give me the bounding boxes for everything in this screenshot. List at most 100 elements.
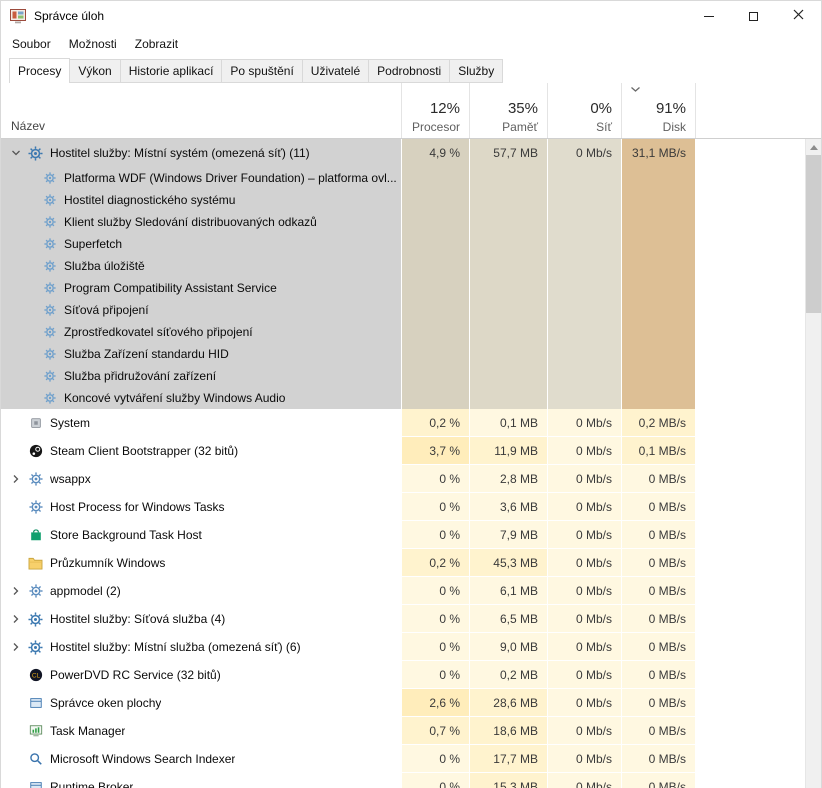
process-subrow-klient-sluzby-sledovani-distribuovanych-[interactable]: Klient služby Sledování distribuovaných … [1, 211, 821, 233]
column-header-cpu[interactable]: 12% Procesor [401, 83, 469, 138]
gear-small-icon [41, 280, 58, 297]
row-filler [695, 493, 821, 521]
gear-small-icon [41, 368, 58, 385]
process-subrow-superfetch[interactable]: Superfetch [1, 233, 821, 255]
tab-uzivatele[interactable]: Uživatelé [302, 59, 369, 83]
process-row-hostitel-sluzby-mistni-system-omezena-si[interactable]: Hostitel služby: Místní systém (omezená … [1, 139, 821, 167]
scrollbar-thumb[interactable] [806, 155, 821, 313]
process-row-runtime-broker[interactable]: Runtime Broker0 %15,3 MB0 Mb/s0 MB/s [1, 773, 821, 788]
scrollbar-vertical[interactable] [805, 139, 821, 788]
expander-spacer [5, 661, 27, 689]
tab-podrobnosti[interactable]: Podrobnosti [368, 59, 450, 83]
process-cpu-cell: 0 % [401, 773, 469, 788]
expand-chevron-icon[interactable] [5, 465, 27, 493]
process-disk-cell: 0 MB/s [621, 745, 695, 773]
process-network-cell [547, 277, 621, 299]
process-memory-cell: 9,0 MB [469, 633, 547, 661]
process-name-cell: Steam Client Bootstrapper (32 bitů) [1, 437, 401, 465]
maximize-button[interactable] [731, 1, 776, 31]
tab-sluzby[interactable]: Služby [449, 59, 503, 83]
process-name: Runtime Broker [50, 780, 133, 788]
column-header-name[interactable]: Název [1, 119, 401, 138]
process-subrow-zprostredkovatel-sitoveho-pripojeni[interactable]: Zprostředkovatel síťového připojení [1, 321, 821, 343]
services-gear-icon [27, 145, 44, 162]
column-header-disk[interactable]: 91% Disk [621, 83, 695, 138]
expand-chevron-icon[interactable] [5, 605, 27, 633]
process-subrow-sluzba-uloziste[interactable]: Služba úložiště [1, 255, 821, 277]
tab-procesy[interactable]: Procesy [9, 58, 70, 83]
tab-po-spusteni[interactable]: Po spuštění [221, 59, 302, 83]
expand-chevron-icon[interactable] [5, 577, 27, 605]
process-name: Správce oken plochy [50, 696, 161, 710]
process-name-cell: appmodel (2) [1, 577, 401, 605]
process-row-store-background-task-host[interactable]: Store Background Task Host0 %7,9 MB0 Mb/… [1, 521, 821, 549]
process-disk-cell [621, 277, 695, 299]
process-cpu-cell: 0,7 % [401, 717, 469, 745]
process-subrow-platforma-wdf-windows-driver-foundation-[interactable]: Platforma WDF (Windows Driver Foundation… [1, 167, 821, 189]
process-network-cell: 0 Mb/s [547, 465, 621, 493]
collapse-chevron-icon[interactable] [5, 139, 27, 167]
tab-historie-aplikaci[interactable]: Historie aplikací [120, 59, 223, 83]
scroll-up-button[interactable] [806, 139, 821, 155]
network-column-label: Síť [596, 120, 612, 134]
process-disk-cell: 0 MB/s [621, 605, 695, 633]
row-filler [695, 465, 821, 493]
process-memory-cell [469, 343, 547, 365]
process-row-appmodel-2[interactable]: appmodel (2)0 %6,1 MB0 Mb/s0 MB/s [1, 577, 821, 605]
process-disk-cell: 0 MB/s [621, 773, 695, 788]
expander-spacer [5, 255, 27, 277]
process-row-hostitel-sluzby-mistni-sluzba-omezena-si[interactable]: Hostitel služby: Místní služba (omezená … [1, 633, 821, 661]
process-name-cell: Hostitel diagnostického systému [1, 189, 401, 211]
process-cpu-cell: 0 % [401, 605, 469, 633]
memory-column-label: Paměť [502, 120, 538, 134]
process-name: Superfetch [64, 237, 122, 251]
tab-vykon[interactable]: Výkon [69, 59, 120, 83]
process-name: Store Background Task Host [50, 528, 202, 542]
process-row-host-process-for-windows-tasks[interactable]: Host Process for Windows Tasks0 %3,6 MB0… [1, 493, 821, 521]
process-row-pruzkumnik-windows[interactable]: Průzkumník Windows0,2 %45,3 MB0 Mb/s0 MB… [1, 549, 821, 577]
menu-item-soubor[interactable]: Soubor [3, 33, 60, 55]
menu-item-moznosti[interactable]: Možnosti [60, 33, 126, 55]
process-row-system[interactable]: System0,2 %0,1 MB0 Mb/s0,2 MB/s [1, 409, 821, 437]
column-header-network[interactable]: 0% Síť [547, 83, 621, 138]
row-filler [695, 773, 821, 788]
process-subrow-sluzba-zarizeni-standardu-hid[interactable]: Služba Zařízení standardu HID [1, 343, 821, 365]
row-filler [695, 409, 821, 437]
process-cpu-cell: 0,2 % [401, 549, 469, 577]
process-memory-cell: 3,6 MB [469, 493, 547, 521]
row-filler [695, 365, 821, 387]
process-disk-cell [621, 167, 695, 189]
process-row-microsoft-windows-search-indexer[interactable]: Microsoft Windows Search Indexer0 %17,7 … [1, 745, 821, 773]
network-total-percent: 0% [590, 100, 612, 117]
process-row-wsappx[interactable]: wsappx0 %2,8 MB0 Mb/s0 MB/s [1, 465, 821, 493]
close-button[interactable] [776, 1, 821, 31]
menu-item-zobrazit[interactable]: Zobrazit [126, 33, 187, 55]
process-subrow-sluzba-pridruzovani-zarizeni[interactable]: Služba přidružování zařízení [1, 365, 821, 387]
process-row-task-manager[interactable]: Task Manager0,7 %18,6 MB0 Mb/s0 MB/s [1, 717, 821, 745]
process-row-hostitel-sluzby-sitova-sluzba-4[interactable]: Hostitel služby: Síťová služba (4)0 %6,5… [1, 605, 821, 633]
process-row-steam-client-bootstrapper-32-bitu[interactable]: Steam Client Bootstrapper (32 bitů)3,7 %… [1, 437, 821, 465]
process-name-cell: Hostitel služby: Místní systém (omezená … [1, 139, 401, 167]
process-name-cell: wsappx [1, 465, 401, 493]
process-subrow-sitova-pripojeni[interactable]: Síťová připojení [1, 299, 821, 321]
process-name-cell: Síťová připojení [1, 299, 401, 321]
row-filler [695, 211, 821, 233]
process-memory-cell: 7,9 MB [469, 521, 547, 549]
process-subrow-program-compatibility-assistant-service[interactable]: Program Compatibility Assistant Service [1, 277, 821, 299]
process-name-cell: Zprostředkovatel síťového připojení [1, 321, 401, 343]
process-name: Služba přidružování zařízení [64, 369, 216, 383]
process-row-spravce-oken-plochy[interactable]: Správce oken plochy2,6 %28,6 MB0 Mb/s0 M… [1, 689, 821, 717]
process-row-powerdvd-rc-service-32-bitu[interactable]: CLPowerDVD RC Service (32 bitů)0 %0,2 MB… [1, 661, 821, 689]
expand-chevron-icon[interactable] [5, 633, 27, 661]
process-cpu-cell: 0 % [401, 521, 469, 549]
process-subrow-koncove-vytvareni-sluzby-windows-audio[interactable]: Koncové vytváření služby Windows Audio [1, 387, 821, 409]
process-name-cell: Platforma WDF (Windows Driver Foundation… [1, 167, 401, 189]
column-header-memory[interactable]: 35% Paměť [469, 83, 547, 138]
process-subrow-hostitel-diagnostickeho-systemu[interactable]: Hostitel diagnostického systému [1, 189, 821, 211]
process-cpu-cell [401, 189, 469, 211]
disk-total-percent: 91% [656, 100, 686, 117]
expander-spacer [5, 167, 27, 189]
minimize-button[interactable] [686, 1, 731, 31]
expander-spacer [5, 233, 27, 255]
expander-spacer [5, 277, 27, 299]
